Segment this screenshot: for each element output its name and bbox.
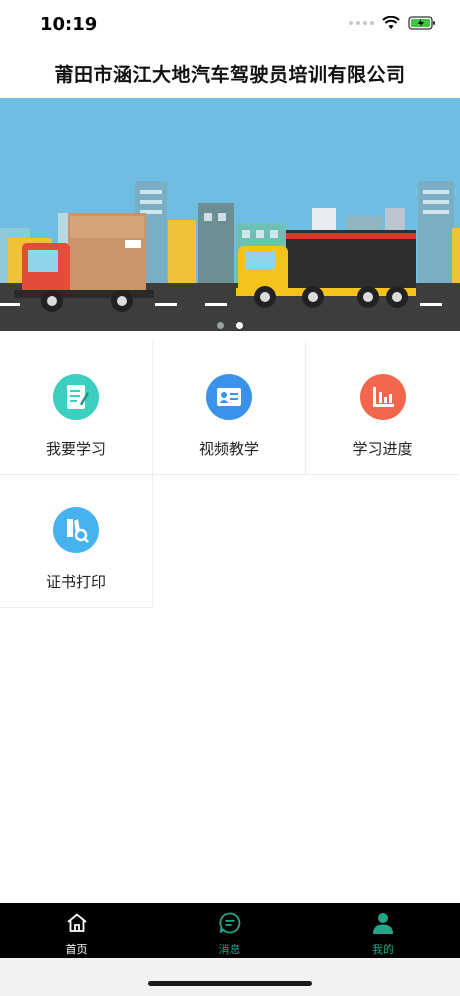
page-title: 莆田市涵江大地汽车驾驶员培训有限公司 xyxy=(54,64,406,86)
status-time: 10:19 xyxy=(40,14,98,35)
menu-item-label: 学习进度 xyxy=(352,440,413,458)
user-icon xyxy=(373,913,393,934)
notebook-icon xyxy=(53,374,99,420)
certificate-search-icon xyxy=(53,507,99,553)
banner-carousel[interactable] xyxy=(0,98,460,331)
tab-label: 首页 xyxy=(65,943,88,956)
battery-charging-icon xyxy=(408,16,435,30)
tab-profile[interactable]: 我的 xyxy=(306,903,460,958)
banner-dot-active[interactable] xyxy=(236,322,243,329)
tab-label: 我的 xyxy=(372,943,394,956)
tab-bar: 首页 消息 我的 xyxy=(0,903,460,958)
status-icons xyxy=(349,16,436,30)
menu-item-label: 视频教学 xyxy=(198,440,259,458)
menu-item-label: 我要学习 xyxy=(45,440,106,458)
home-indicator-area xyxy=(0,958,460,996)
menu-item-progress[interactable]: 学习进度 xyxy=(306,342,459,475)
banner-image xyxy=(0,98,460,331)
tab-messages[interactable]: 消息 xyxy=(153,903,306,958)
status-bar: 10:19 xyxy=(0,0,460,50)
menu-item-label: 证书打印 xyxy=(45,573,106,591)
menu-item-certificate[interactable]: 证书打印 xyxy=(0,475,153,608)
menu-item-study[interactable]: 我要学习 xyxy=(0,342,153,475)
bar-chart-icon xyxy=(359,374,406,420)
tab-home[interactable]: 首页 xyxy=(0,903,153,958)
id-card-icon xyxy=(206,374,252,420)
home-indicator[interactable] xyxy=(148,981,312,986)
tab-label: 消息 xyxy=(218,943,241,956)
banner-pagination[interactable] xyxy=(0,322,460,329)
menu-item-video[interactable]: 视频教学 xyxy=(153,342,306,475)
message-icon xyxy=(218,912,240,934)
home-icon xyxy=(66,913,87,932)
wifi-icon xyxy=(382,16,400,29)
banner-dot[interactable] xyxy=(217,322,224,329)
signal-icon xyxy=(349,21,374,25)
